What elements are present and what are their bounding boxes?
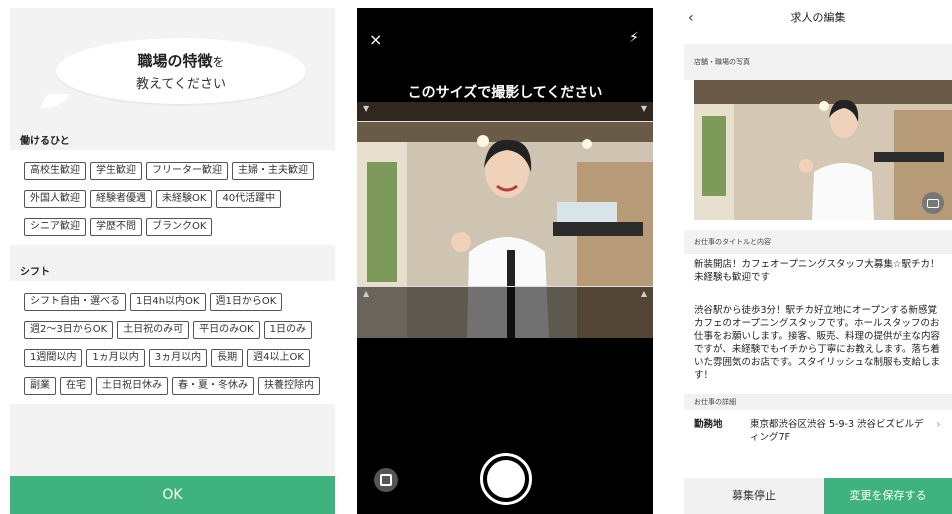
- section-heading: 働けるひと: [20, 136, 70, 147]
- camera-screen: × ⚡ このサイズで撮影してください ▼ ▼ ▲ ▲: [357, 8, 653, 514]
- tag-option[interactable]: 40代活躍中: [216, 190, 282, 208]
- close-icon[interactable]: ×: [369, 30, 382, 49]
- bubble-title: 職場の特徴を: [137, 52, 225, 70]
- speech-bubble: 職場の特徴を 教えてください: [56, 38, 306, 104]
- workplace-photo[interactable]: [694, 80, 952, 220]
- crop-mask-bottom: [357, 287, 653, 338]
- tag-option[interactable]: 週2〜3日からOK: [24, 321, 114, 339]
- crop-frame[interactable]: [357, 121, 653, 287]
- location-row[interactable]: 勤務地 東京都渋谷区渋谷 5-9-3 渋谷ビズビルディング7F ›: [684, 410, 952, 444]
- tag-option[interactable]: 学歴不問: [90, 218, 142, 236]
- tag-option[interactable]: フリーター歓迎: [146, 162, 228, 180]
- back-icon[interactable]: ‹: [688, 8, 694, 28]
- crop-handle-icon[interactable]: ▲: [363, 289, 369, 298]
- tag-option[interactable]: 在宅: [60, 377, 92, 395]
- camera-icon[interactable]: [922, 192, 944, 214]
- location-key: 勤務地: [694, 419, 723, 430]
- tag-option[interactable]: 1ヵ月以内: [86, 349, 145, 367]
- bubble-subtitle: 教えてください: [136, 77, 226, 92]
- nav-bar: ‹ 求人の編集: [684, 8, 952, 30]
- tag-option[interactable]: 土日祝のみ可: [117, 321, 190, 339]
- tag-option[interactable]: 学生歓迎: [90, 162, 142, 180]
- chevron-right-icon: ›: [936, 417, 941, 431]
- tag-option[interactable]: シニア歓迎: [24, 218, 86, 236]
- hero: 職場の特徴を 教えてください: [10, 8, 335, 128]
- page-title: 求人の編集: [790, 11, 846, 24]
- crop-handle-icon[interactable]: ▼: [363, 104, 369, 113]
- tag-option[interactable]: 週4以上OK: [247, 349, 310, 367]
- crop-handle-icon[interactable]: ▼: [641, 104, 647, 113]
- tag-group: 高校生歓迎 学生歓迎 フリーター歓迎 主婦・主夫歓迎外国人歓迎 経験者優遇 未経験OK 40…: [10, 150, 335, 245]
- job-title-field[interactable]: 新装開店！カフェオープニングスタッフ大募集☆駅チカ！未経験も歓迎です: [684, 254, 952, 302]
- gallery-icon[interactable]: [374, 468, 398, 492]
- tag-option[interactable]: 副業: [24, 377, 56, 395]
- tag-option[interactable]: 主婦・主夫歓迎: [232, 162, 314, 180]
- tag-option[interactable]: 高校生歓迎: [24, 162, 86, 180]
- shutter-button[interactable]: [480, 453, 532, 505]
- tag-option[interactable]: 未経験OK: [156, 190, 213, 208]
- job-edit-screen: ‹ 求人の編集 店舗・職場の写真 お仕事のタイトルと内容 新装開店！カフェオープ…: [684, 8, 952, 514]
- tag-option[interactable]: 週1日からOK: [209, 293, 283, 311]
- photo-section-label: 店舗・職場の写真: [684, 44, 952, 80]
- location-value: 東京都渋谷区渋谷 5-9-3 渋谷ビズビルディング7F: [750, 419, 924, 443]
- camera-caption: このサイズで撮影してください: [407, 85, 603, 101]
- stop-recruiting-button[interactable]: 募集停止: [684, 478, 824, 514]
- crop-mask-top: [357, 102, 653, 121]
- tag-option[interactable]: 3ヵ月以内: [148, 349, 208, 367]
- tag-option[interactable]: 平日のみOK: [193, 321, 260, 339]
- detail-section-label: お仕事の詳細: [684, 394, 952, 410]
- title-section-label: お仕事のタイトルと内容: [684, 230, 952, 254]
- ok-button[interactable]: OK: [10, 476, 335, 514]
- tag-option[interactable]: シフト自由・選べる: [24, 293, 126, 311]
- tag-option[interactable]: 土日祝日休み: [96, 377, 168, 395]
- speech-bubble-tail: [39, 94, 71, 108]
- section-heading: シフト: [20, 267, 50, 278]
- crop-handle-icon[interactable]: ▲: [641, 289, 647, 298]
- tag-group: シフト自由・選べる 1日4h以内OK 週1日からOK 週2〜3日からOK 土日祝のみ可平…: [10, 281, 335, 404]
- save-changes-button[interactable]: 変更を保存する: [824, 478, 952, 514]
- tag-option[interactable]: 1日4h以内OK: [130, 293, 206, 311]
- tag-option[interactable]: 扶養控除内: [258, 377, 320, 395]
- tag-option[interactable]: 外国人歓迎: [24, 190, 86, 208]
- tag-option[interactable]: 経験者優遇: [90, 190, 152, 208]
- flash-icon[interactable]: ⚡: [629, 30, 639, 46]
- tag-option[interactable]: 春・夏・冬休み: [172, 377, 254, 395]
- feature-selector-screen: 職場の特徴を 教えてください 働けるひと高校生歓迎 学生歓迎 フリーター歓迎 主婦・主…: [10, 8, 335, 514]
- tag-option[interactable]: 1週間以内: [24, 349, 83, 367]
- tag-option[interactable]: ブランクOK: [146, 218, 213, 236]
- tag-option[interactable]: 1日のみ: [263, 321, 312, 339]
- job-description-field[interactable]: 渋谷駅から徒歩3分！駅チカ好立地にオープンする新感覚カフェのオープニングスタッフ…: [684, 302, 952, 394]
- tag-option[interactable]: 長期: [211, 349, 244, 367]
